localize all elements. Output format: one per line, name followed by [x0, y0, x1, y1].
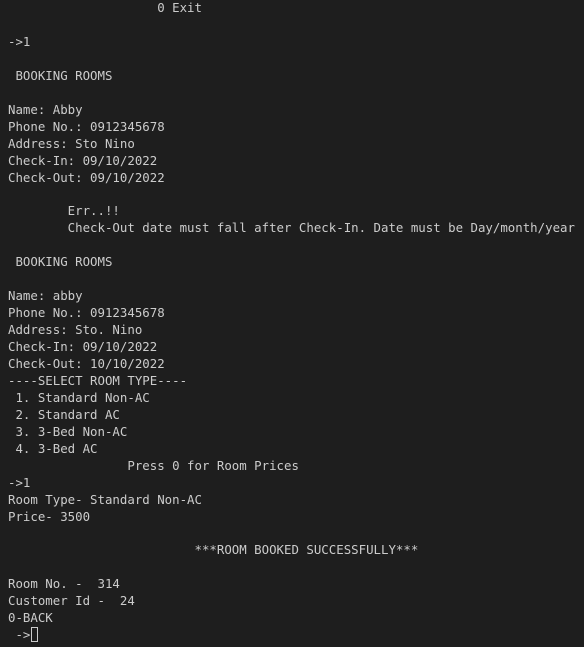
terminal-line: BOOKING ROOMS: [8, 254, 113, 270]
terminal-line: Check-Out date must fall after Check-In.…: [8, 220, 575, 236]
terminal-line: 0 Exit: [8, 0, 202, 15]
terminal-line: Phone No.: 0912345678: [8, 305, 165, 321]
terminal-line: 4. 3-Bed AC: [8, 440, 98, 456]
terminal-line: Check-In: 09/10/2022: [8, 339, 158, 354]
terminal-line: Address: Sto. Nino: [8, 322, 143, 338]
terminal-line: 1. Standard Non-AC: [8, 389, 150, 405]
terminal-line: Customer Id - 24: [8, 593, 135, 609]
terminal-line: ->1: [8, 33, 31, 49]
text-cursor: [31, 627, 39, 643]
terminal-line: ----SELECT ROOM TYPE----: [8, 372, 188, 388]
prompt-text: ->: [8, 627, 31, 643]
prompt-line[interactable]: ->: [8, 626, 39, 643]
terminal-line: Press 0 for Room Prices: [8, 457, 299, 473]
terminal-line: Price- 3500: [8, 508, 91, 524]
terminal-line: BOOKING ROOMS: [8, 67, 113, 83]
terminal-line: Phone No.: 0912345678: [8, 118, 165, 134]
terminal-line: Address: Sto Nino: [8, 135, 135, 151]
terminal-line: ->1: [8, 474, 31, 490]
terminal-line: Room Type- Standard Non-AC: [8, 491, 202, 507]
terminal-line: Check-Out: 09/10/2022: [8, 169, 165, 185]
terminal-line: 0-BACK: [8, 610, 53, 626]
terminal-line: Name: Abby: [8, 101, 83, 117]
terminal-line: Room No. - 314: [8, 576, 120, 592]
terminal-line: Check-Out: 10/10/2022: [8, 355, 165, 371]
terminal-line: Name: abby: [8, 288, 83, 304]
terminal-line: ***ROOM BOOKED SUCCESSFULLY***: [8, 542, 419, 558]
terminal-window[interactable]: 0 Exit ->1 BOOKING ROOMS Name: Abby Phone N…: [0, 0, 584, 647]
terminal-line: Err..!!: [8, 203, 120, 219]
terminal-line: 3. 3-Bed Non-AC: [8, 423, 128, 439]
terminal-line: 2. Standard AC: [8, 406, 120, 422]
terminal-line: Check-In: 09/10/2022: [8, 152, 158, 168]
